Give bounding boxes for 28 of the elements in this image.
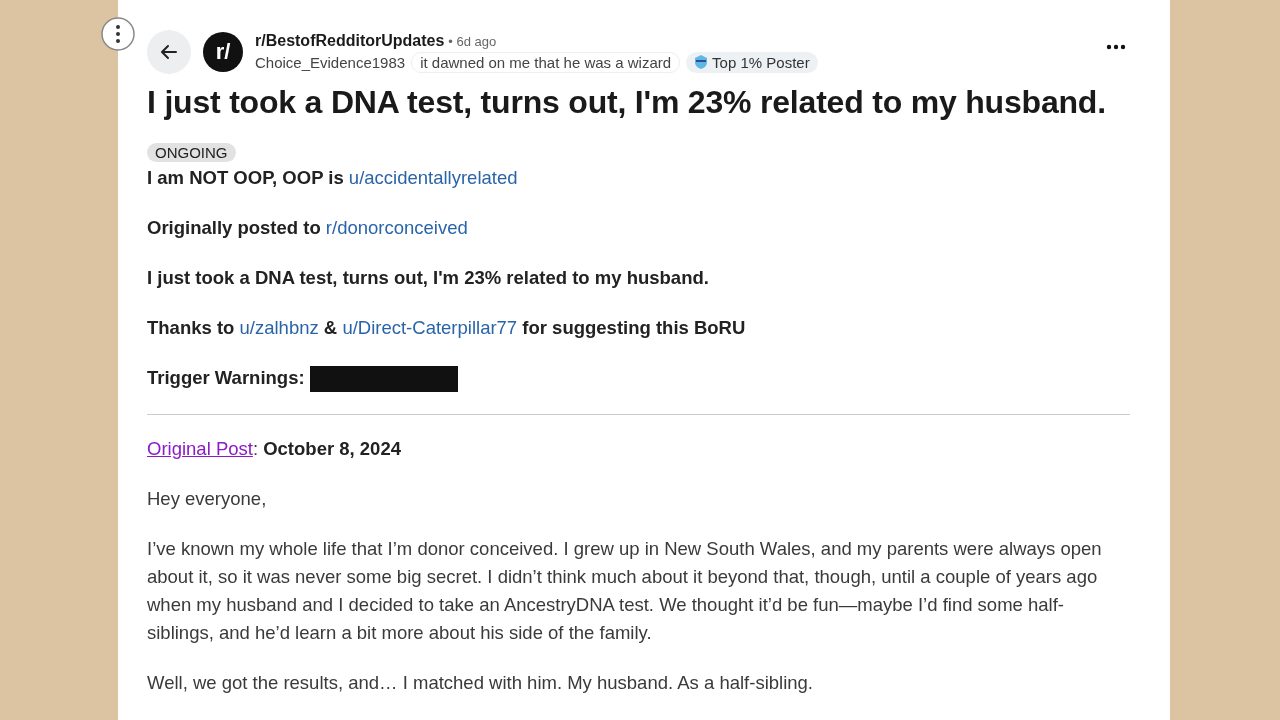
link[interactable]: r/donorconceived	[325, 217, 468, 238]
paragraph: I’ve known my whole life that I’m donor conceived. I grew up in New South Wales, and my parents were always open about it, so it was never some big secret. I didn’t think much about it beyond that, though, until a couple of years ago when my husband and I decided to take an AncestryDNA test. We thought it’d be fun—maybe I’d find some half-siblings, and he’d learn a bit more about his side of the family.	[147, 537, 1103, 646]
subreddit-avatar[interactable]: r/	[203, 32, 243, 72]
badge-label: Top 1% Poster	[712, 53, 810, 71]
paragraph: Thanks to u/zalhbnz & u/Direct-Caterpillar77 for suggesting this BoRU	[147, 316, 747, 340]
link[interactable]: u/Direct-Caterpillar77	[342, 317, 518, 338]
paragraph: Well, we got the results, and… I matched with him. My husband. As a half-sibling.	[147, 671, 814, 696]
back-arrow-icon	[159, 42, 179, 62]
paragraph: I just took a DNA test, turns out, I'm 23% related to my husband.	[147, 266, 710, 290]
more-options-icon[interactable]	[100, 16, 136, 52]
paragraph: Trigger Warnings:	[147, 364, 1130, 393]
spoiler-block[interactable]	[309, 366, 458, 393]
user-flair: it dawned on me that he was a wizard	[411, 51, 681, 73]
author-name[interactable]: Choice_Evidence1983	[255, 53, 406, 71]
link[interactable]: Original Post	[147, 438, 253, 460]
paragraph: Hey everyone,	[147, 487, 268, 512]
post-time: • 6d ago	[448, 33, 497, 49]
paragraph: I am NOT OOP, OOP is u/accidentallyrelated	[147, 166, 519, 190]
subreddit-name[interactable]: r/BestofRedditorUpdates	[255, 31, 445, 50]
post-title: I just took a DNA test, turns out, I'm 23% related to my husband.	[147, 84, 1107, 121]
link[interactable]: u/zalhbnz	[239, 317, 319, 338]
shield-icon	[694, 54, 709, 70]
more-options-icon[interactable]	[1106, 44, 1126, 50]
paragraph: Originally posted to r/donorconceived	[147, 216, 469, 240]
paragraph: Original Post: October 8, 2024	[147, 437, 402, 462]
post-flair: ONGOING	[147, 143, 236, 162]
back-button[interactable]	[147, 30, 191, 74]
link[interactable]: u/accidentallyrelated	[348, 167, 518, 188]
